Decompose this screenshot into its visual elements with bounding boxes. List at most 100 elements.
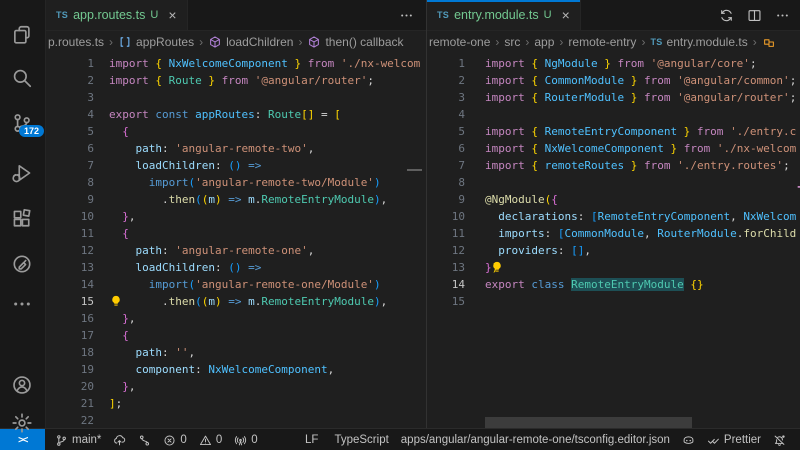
breadcrumb-left: p.routes.ts›appRoutes›loadChildren›then(… <box>46 31 426 53</box>
breadcrumb-item[interactable]: src <box>504 35 520 49</box>
breadcrumb-item[interactable]: TSentry.module.ts <box>650 35 747 49</box>
editor-action-split-editor-icon[interactable] <box>747 8 762 23</box>
code-line[interactable]: 22 <box>46 412 426 428</box>
code-line[interactable]: 10 }, <box>46 208 426 225</box>
breadcrumb-item[interactable]: then() callback <box>307 35 403 49</box>
breadcrumb-separator: › <box>495 35 499 49</box>
code-line[interactable]: 7import { remoteRoutes } from './entry.r… <box>427 157 800 174</box>
status-copilot[interactable] <box>676 429 701 450</box>
code-line[interactable]: 6import { NxWelcomeComponent } from './n… <box>427 140 800 157</box>
breadcrumb-item[interactable] <box>762 35 776 49</box>
code-line[interactable]: 20 }, <box>46 378 426 395</box>
code-line[interactable]: 1import { NgModule } from '@angular/core… <box>427 55 800 72</box>
code-line[interactable]: 16 }, <box>46 310 426 327</box>
activity-nx-console-icon[interactable] <box>11 253 33 275</box>
line-number: 17 <box>46 327 94 344</box>
status-git-graph[interactable] <box>132 429 157 450</box>
breadcrumb-item[interactable]: app <box>534 35 554 49</box>
tab-entry.module.ts[interactable]: TSentry.module.tsU× <box>427 0 581 30</box>
status-label: main* <box>72 434 101 446</box>
code-line[interactable]: 21]; <box>46 395 426 412</box>
tab-filename: app.routes.ts <box>73 8 145 22</box>
status-tsconfig-path[interactable]: apps/angular/angular-remote-one/tsconfig… <box>395 429 676 450</box>
tab-app.routes.ts[interactable]: TSapp.routes.tsU× <box>46 0 188 30</box>
code-line[interactable]: 17 { <box>46 327 426 344</box>
line-number: 21 <box>46 395 94 412</box>
status-notifications[interactable] <box>767 429 792 450</box>
code-line[interactable]: 13}) <box>427 259 800 276</box>
code-line[interactable]: 14export class RemoteEntryModule {} <box>427 276 800 293</box>
code-text: import { RouterModule } from '@angular/r… <box>485 89 800 106</box>
close-icon[interactable]: × <box>562 8 570 22</box>
activity-more-views-icon[interactable] <box>11 293 33 315</box>
status-errors[interactable]: 0 <box>157 429 192 450</box>
status-label: TypeScript <box>334 434 388 446</box>
code-editor-right[interactable]: 1import { NgModule } from '@angular/core… <box>427 52 800 428</box>
line-number: 11 <box>46 225 94 242</box>
code-line[interactable]: 2import { CommonModule } from '@angular/… <box>427 72 800 89</box>
breadcrumb-item[interactable]: remote-one <box>429 35 490 49</box>
activity-source-control-icon[interactable]: 172 <box>11 112 33 134</box>
activity-extensions-icon[interactable] <box>11 208 33 230</box>
status-git-branch-icon <box>55 434 68 447</box>
code-line[interactable]: 7 loadChildren: () => <box>46 157 426 174</box>
code-line[interactable]: 15 .then((m) => m.RemoteEntryModule), <box>46 293 426 310</box>
status-label: 0 <box>216 434 222 446</box>
breadcrumb-item[interactable]: appRoutes <box>118 35 194 49</box>
status-ports[interactable]: 0 <box>228 429 263 450</box>
activity-search-icon[interactable] <box>11 67 33 89</box>
code-line[interactable]: 3 <box>46 89 426 106</box>
breadcrumb-label: p.routes.ts <box>48 35 104 49</box>
code-line[interactable]: 6 path: 'angular-remote-two', <box>46 140 426 157</box>
activity-settings-icon[interactable] <box>11 412 33 434</box>
status-warnings[interactable]: 0 <box>193 429 228 450</box>
close-icon[interactable]: × <box>168 8 176 22</box>
code-line[interactable]: 1import { NxWelcomeComponent } from './n… <box>46 55 426 72</box>
code-line[interactable]: 18 path: '', <box>46 344 426 361</box>
status-eol[interactable]: LF <box>299 429 324 450</box>
symbol-method-icon <box>307 35 321 49</box>
code-line[interactable]: 5import { RemoteEntryComponent } from '.… <box>427 123 800 140</box>
code-line[interactable]: 10 declarations: [RemoteEntryComponent, … <box>427 208 800 225</box>
code-line[interactable]: 13 loadChildren: () => <box>46 259 426 276</box>
code-line[interactable]: 4export const appRoutes: Route[] = [ <box>46 106 426 123</box>
activity-run-and-debug-icon[interactable] <box>11 162 33 184</box>
status-language-mode[interactable]: TypeScript <box>324 429 394 450</box>
status-publish-changes[interactable] <box>107 429 132 450</box>
code-line[interactable]: 11 imports: [CommonModule, RouterModule.… <box>427 225 800 242</box>
code-line[interactable]: 9 .then((m) => m.RemoteEntryModule), <box>46 191 426 208</box>
activity-accounts-icon[interactable] <box>11 374 33 396</box>
breadcrumb-item[interactable]: loadChildren <box>208 35 293 49</box>
code-line[interactable]: 12 providers: [], <box>427 242 800 259</box>
lightbulb-icon[interactable] <box>490 260 504 274</box>
lightbulb-icon[interactable] <box>109 294 123 308</box>
status-formatter[interactable]: Prettier <box>701 429 767 450</box>
code-line[interactable]: 9@NgModule({ <box>427 191 800 208</box>
code-line[interactable]: 5 { <box>46 123 426 140</box>
code-line[interactable]: 8 import('angular-remote-two/Module') <box>46 174 426 191</box>
status-bar-left: main*000 <box>45 429 264 450</box>
code-line[interactable]: 15 <box>427 293 800 310</box>
code-line[interactable]: 8 <box>427 174 800 191</box>
breadcrumb-label: then() callback <box>325 35 403 49</box>
code-line[interactable]: 11 { <box>46 225 426 242</box>
activity-explorer-icon[interactable] <box>11 24 33 46</box>
code-line[interactable]: 14 import('angular-remote-one/Module') <box>46 276 426 293</box>
horizontal-scrollbar[interactable] <box>485 417 692 428</box>
editor-action-more-actions-icon[interactable] <box>775 8 790 23</box>
status-git-branch[interactable]: main* <box>49 429 107 450</box>
code-line[interactable]: 2import { Route } from '@angular/router'… <box>46 72 426 89</box>
workbench: 172 TSapp.routes.tsU× p.routes.ts›appRou… <box>0 0 800 428</box>
editor-action-open-changes-icon[interactable] <box>719 8 734 23</box>
code-line[interactable]: 3import { RouterModule } from '@angular/… <box>427 89 800 106</box>
breadcrumb-separator: › <box>753 35 757 49</box>
code-line[interactable]: 12 path: 'angular-remote-one', <box>46 242 426 259</box>
breadcrumb-item[interactable]: p.routes.ts <box>48 35 104 49</box>
code-editor-left[interactable]: 1import { NxWelcomeComponent } from './n… <box>46 52 426 428</box>
line-number: 2 <box>46 72 94 89</box>
editor-action-more-actions-icon[interactable] <box>399 8 414 23</box>
breadcrumb-item[interactable]: remote-entry <box>568 35 636 49</box>
code-line[interactable]: 4 <box>427 106 800 123</box>
line-number: 1 <box>427 55 465 72</box>
code-line[interactable]: 19 component: NxWelcomeComponent, <box>46 361 426 378</box>
